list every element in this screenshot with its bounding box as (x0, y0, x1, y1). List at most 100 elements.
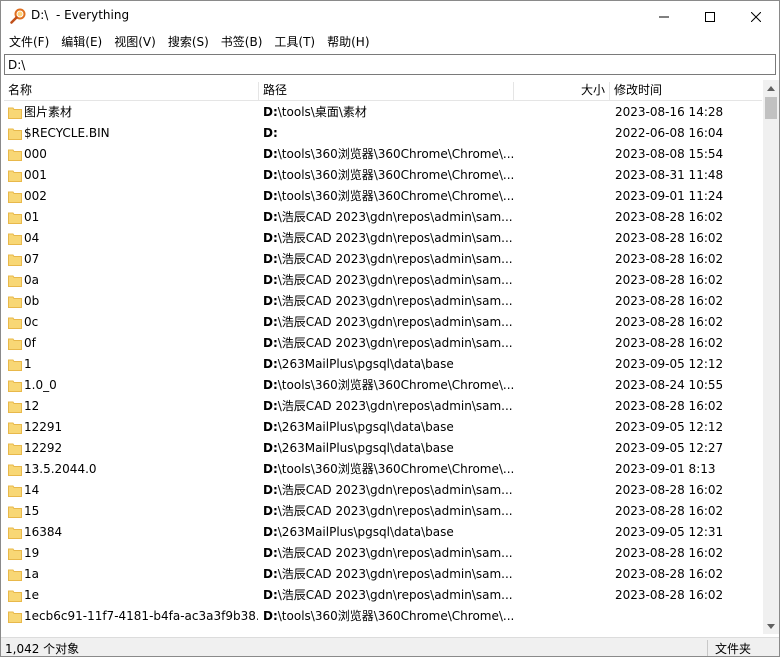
table-row[interactable]: 15 D:\浩辰CAD 2023\gdn\repos\admin\sam... 20… (4, 501, 762, 522)
table-row[interactable]: $RECYCLE.BIN D: 2022-06-08 16:04 (4, 123, 762, 144)
table-row[interactable]: 0c D:\浩辰CAD 2023\gdn\repos\admin\sam... 20… (4, 312, 762, 333)
path-drive: D: (263, 420, 278, 434)
file-name: 01 (24, 210, 40, 224)
file-size (516, 501, 608, 522)
search-input[interactable] (5, 55, 775, 74)
close-icon (751, 11, 761, 22)
table-row[interactable]: 12292 D:\263MailPlus\pgsql\data\base 2023-… (4, 438, 762, 459)
path-rest: \浩辰CAD 2023\gdn\repos\admin\sam... (277, 567, 513, 581)
table-row[interactable]: 1 D:\263MailPlus\pgsql\data\base 2023-09-0… (4, 354, 762, 375)
table-row[interactable]: 0f D:\浩辰CAD 2023\gdn\repos\admin\sam... 20… (4, 333, 762, 354)
scroll-up-button[interactable] (763, 80, 779, 96)
file-size (516, 165, 608, 186)
file-modified: 2023-09-01 8:13 (615, 462, 716, 476)
table-row[interactable]: 001 D:\tools\360浏览器\360Chrome\Chrome\... 2… (4, 165, 762, 186)
table-row[interactable]: 14 D:\浩辰CAD 2023\gdn\repos\admin\sam... 20… (4, 480, 762, 501)
path-drive: D: (263, 231, 278, 245)
path-rest: \浩辰CAD 2023\gdn\repos\admin\sam... (277, 399, 513, 413)
path-drive: D: (263, 294, 278, 308)
path-rest: \浩辰CAD 2023\gdn\repos\admin\sam... (277, 315, 513, 329)
file-modified: 2023-08-28 16:02 (615, 588, 724, 602)
path-rest: \tools\360浏览器\360Chrome\Chrome\... (277, 462, 515, 476)
column-header-name[interactable]: 名称 (4, 80, 258, 101)
table-row[interactable]: 04 D:\浩辰CAD 2023\gdn\repos\admin\sam... 20… (4, 228, 762, 249)
path-drive: D: (263, 273, 278, 287)
path-rest: \tools\桌面\素材 (277, 105, 367, 119)
table-row[interactable]: 1a D:\浩辰CAD 2023\gdn\repos\admin\sam... 20… (4, 564, 762, 585)
menu-view[interactable]: 视图(V) (108, 32, 162, 52)
close-button[interactable] (733, 1, 779, 32)
column-header-size[interactable]: 大小 (514, 80, 609, 101)
path-drive: D: (263, 588, 278, 602)
file-name: 1e (24, 588, 40, 602)
file-name: 0c (24, 315, 39, 329)
path-drive: D: (263, 378, 278, 392)
maximize-button[interactable] (687, 1, 733, 32)
path-drive: D: (263, 441, 278, 455)
path-drive: D: (263, 525, 278, 539)
file-modified: 2023-09-05 12:31 (615, 525, 724, 539)
path-rest: \浩辰CAD 2023\gdn\repos\admin\sam... (277, 231, 513, 245)
file-modified: 2023-09-05 12:27 (615, 441, 724, 455)
file-path: D:\tools\360浏览器\360Chrome\Chrome\... (263, 459, 515, 480)
title-bar[interactable]: D:\ - Everything (1, 1, 779, 32)
file-modified: 2023-08-28 16:02 (615, 210, 724, 224)
folder-icon (8, 317, 22, 329)
window-title: D:\ - Everything (31, 8, 130, 22)
menu-file[interactable]: 文件(F) (3, 32, 55, 52)
table-row[interactable]: 0a D:\浩辰CAD 2023\gdn\repos\admin\sam... 20… (4, 270, 762, 291)
table-row[interactable]: 002 D:\tools\360浏览器\360Chrome\Chrome\... 2… (4, 186, 762, 207)
file-size (516, 522, 608, 543)
file-name: 1a (24, 567, 39, 581)
file-modified: 2023-08-28 16:02 (615, 399, 724, 413)
file-name: 0f (24, 336, 36, 350)
file-name: 19 (24, 546, 40, 560)
menu-edit[interactable]: 编辑(E) (55, 32, 108, 52)
file-size (516, 270, 608, 291)
vertical-scrollbar[interactable] (763, 80, 779, 634)
file-size (516, 291, 608, 312)
folder-icon (8, 338, 22, 350)
table-row[interactable]: 1ecb6c91-11f7-4181-b4fa-ac3a3f9b38... D:\… (4, 606, 762, 627)
table-row[interactable]: 12 D:\浩辰CAD 2023\gdn\repos\admin\sam... 20… (4, 396, 762, 417)
folder-icon (8, 485, 22, 497)
file-modified: 2023-08-24 10:55 (615, 378, 724, 392)
path-drive: D: (263, 315, 278, 329)
path-drive: D: (263, 483, 278, 497)
table-row[interactable]: 12291 D:\263MailPlus\pgsql\data\base 2023-… (4, 417, 762, 438)
column-header-path[interactable]: 路径 (259, 80, 513, 101)
column-header: 名称 路径 大小 修改时间 (4, 80, 762, 101)
path-drive: D: (263, 609, 278, 623)
path-rest: \tools\360浏览器\360Chrome\Chrome\... (277, 147, 515, 161)
path-rest: \浩辰CAD 2023\gdn\repos\admin\sam... (277, 252, 513, 266)
table-row[interactable]: 000 D:\tools\360浏览器\360Chrome\Chrome\... 2… (4, 144, 762, 165)
minimize-button[interactable] (641, 1, 687, 32)
folder-icon (8, 254, 22, 266)
file-path: D:\浩辰CAD 2023\gdn\repos\admin\sam... (263, 228, 515, 249)
folder-icon (8, 191, 22, 203)
path-rest: \tools\360浏览器\360Chrome\Chrome\... (277, 189, 515, 203)
path-drive: D: (263, 567, 278, 581)
table-row[interactable]: 1.0_0 D:\tools\360浏览器\360Chrome\Chrome\..… (4, 375, 762, 396)
table-row[interactable]: 图片素材 D:\tools\桌面\素材 2023-08-16 14:28 (4, 102, 762, 123)
menu-tools[interactable]: 工具(T) (268, 32, 321, 52)
path-drive: D: (263, 357, 278, 371)
table-row[interactable]: 01 D:\浩辰CAD 2023\gdn\repos\admin\sam... 20… (4, 207, 762, 228)
scrollbar-thumb[interactable] (765, 97, 777, 119)
table-row[interactable]: 19 D:\浩辰CAD 2023\gdn\repos\admin\sam... 20… (4, 543, 762, 564)
menu-help[interactable]: 帮助(H) (321, 32, 375, 52)
path-drive: D: (263, 168, 278, 182)
table-row[interactable]: 07 D:\浩辰CAD 2023\gdn\repos\admin\sam... 20… (4, 249, 762, 270)
scroll-down-button[interactable] (763, 618, 779, 634)
menu-bookmarks[interactable]: 书签(B) (215, 32, 269, 52)
table-row[interactable]: 0b D:\浩辰CAD 2023\gdn\repos\admin\sam... 20… (4, 291, 762, 312)
menu-search[interactable]: 搜索(S) (162, 32, 215, 52)
file-size (516, 606, 608, 627)
column-header-modified[interactable]: 修改时间 (610, 80, 760, 101)
path-rest: \浩辰CAD 2023\gdn\repos\admin\sam... (277, 504, 513, 518)
file-list: 图片素材 D:\tools\桌面\素材 2023-08-16 14:28 $RECYC… (4, 102, 762, 634)
table-row[interactable]: 13.5.2044.0 D:\tools\360浏览器\360Chrome\Chr… (4, 459, 762, 480)
file-size (516, 417, 608, 438)
table-row[interactable]: 16384 D:\263MailPlus\pgsql\data\base 2023-… (4, 522, 762, 543)
table-row[interactable]: 1e D:\浩辰CAD 2023\gdn\repos\admin\sam... 20… (4, 585, 762, 606)
